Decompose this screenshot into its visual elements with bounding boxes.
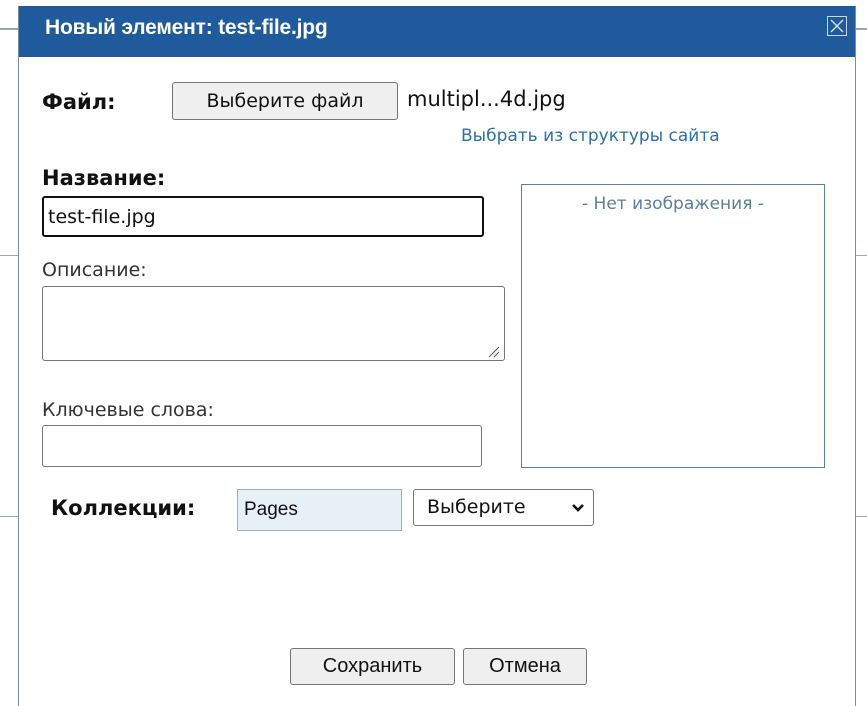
dialog-title: Новый элемент: test-file.jpg <box>45 16 328 39</box>
background-line <box>856 255 867 256</box>
cancel-button[interactable]: Отмена <box>463 648 587 685</box>
save-button[interactable]: Сохранить <box>290 648 455 685</box>
name-label: Название: <box>42 166 166 190</box>
keywords-input[interactable] <box>42 425 482 467</box>
no-image-text: - Нет изображения - <box>582 194 764 214</box>
description-textarea[interactable] <box>42 286 505 361</box>
dialog-titlebar[interactable]: Новый элемент: test-file.jpg <box>19 6 855 57</box>
background-line <box>0 28 18 30</box>
background-line <box>856 516 867 517</box>
choose-file-button[interactable]: Выберите файл <box>172 82 398 120</box>
collection-select-label: Выберите <box>427 496 526 518</box>
keywords-label: Ключевые слова: <box>42 399 214 421</box>
background-line <box>856 28 867 30</box>
close-icon[interactable] <box>827 16 847 36</box>
description-label: Описание: <box>42 259 147 281</box>
chevron-down-icon <box>572 504 584 512</box>
collections-label: Коллекции: <box>51 496 196 520</box>
collection-tag[interactable]: Pages <box>237 489 402 531</box>
background-line <box>0 255 18 256</box>
choose-from-site-structure-link[interactable]: Выбрать из структуры сайта <box>461 126 720 146</box>
new-element-dialog: Новый элемент: test-file.jpg Файл: Выбер… <box>18 6 856 706</box>
file-label: Файл: <box>42 90 116 114</box>
background-line <box>0 516 18 517</box>
collection-select[interactable]: Выберите <box>413 489 594 526</box>
resize-grip-icon[interactable] <box>485 343 501 359</box>
selected-file-name: multipl...4d.jpg <box>407 87 566 111</box>
name-input[interactable] <box>42 196 484 237</box>
image-preview: - Нет изображения - <box>521 184 825 468</box>
